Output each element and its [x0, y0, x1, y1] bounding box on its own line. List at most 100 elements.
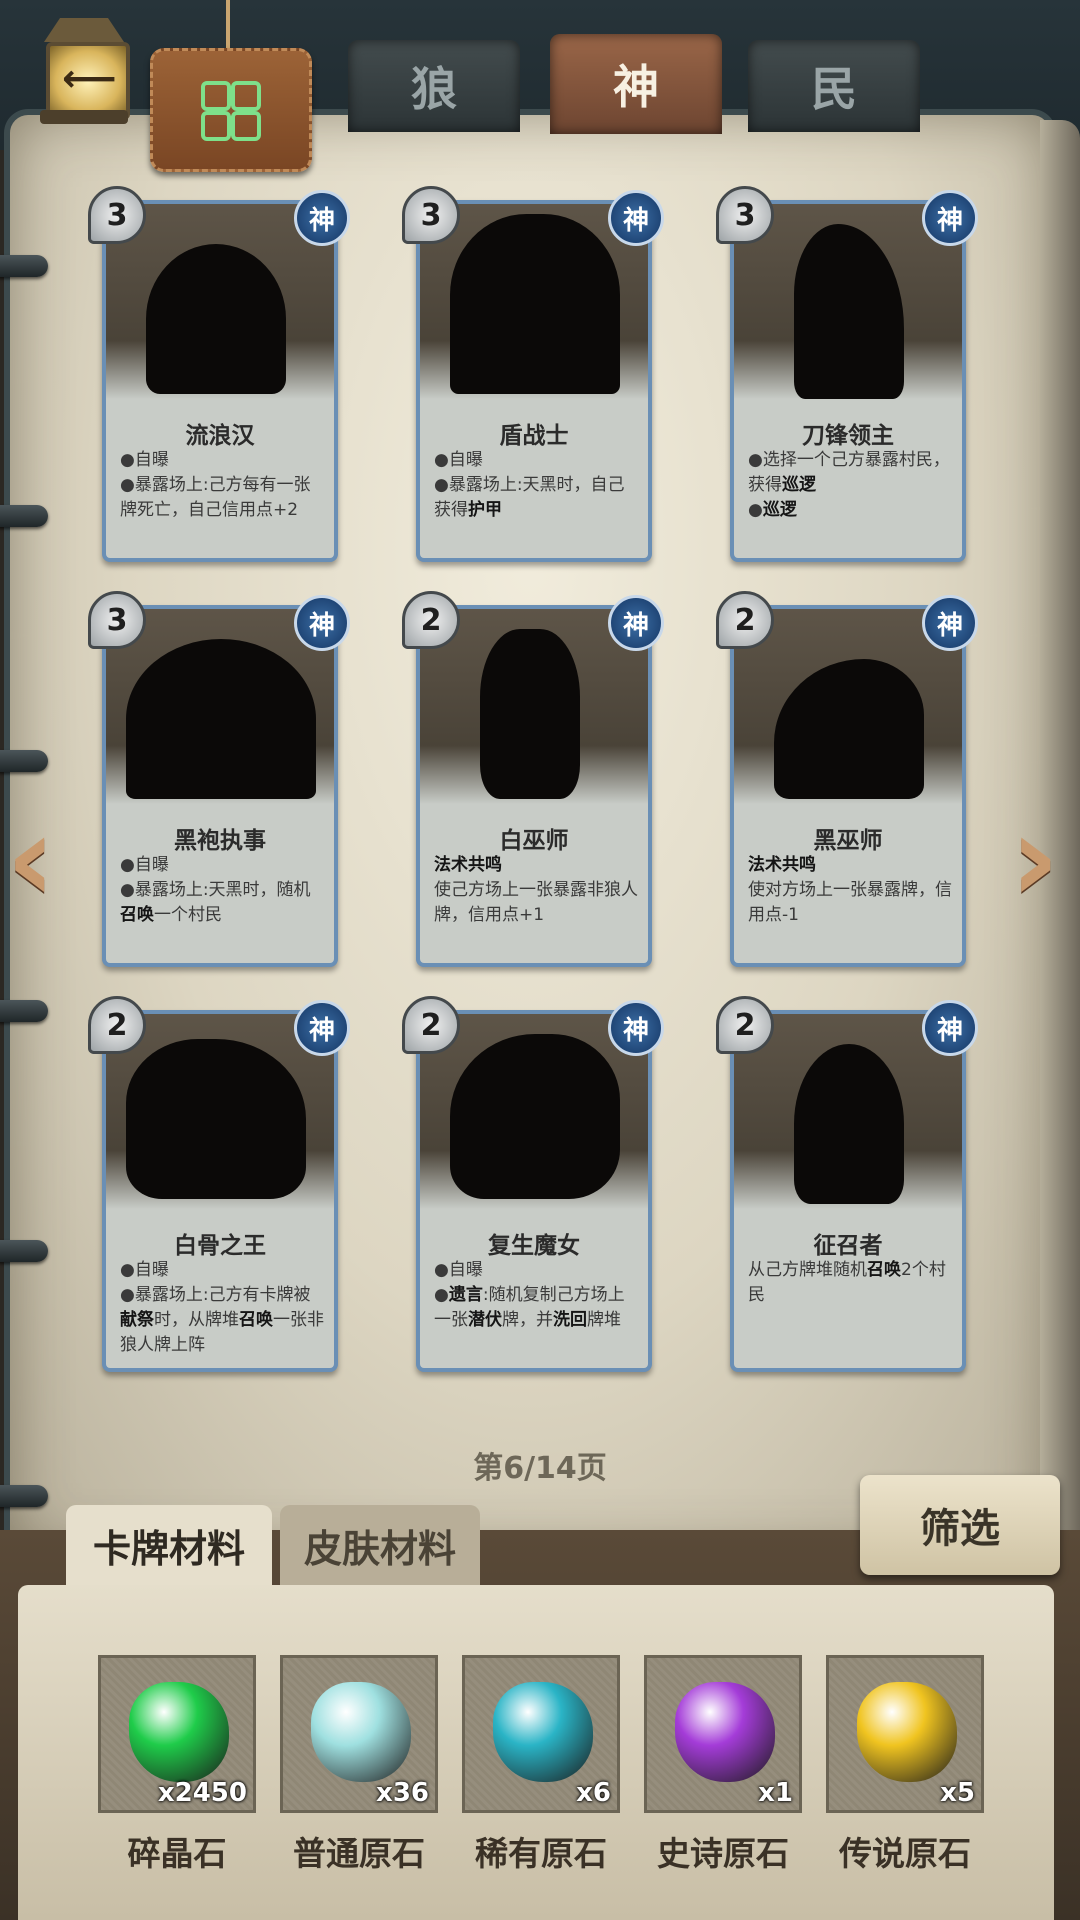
- material-count: x5: [940, 1778, 975, 1808]
- keyword: 献祭: [120, 1310, 154, 1330]
- material-slot: x36: [280, 1655, 438, 1813]
- role-card[interactable]: 复生魔女 ●自曝 ●遗言:随机复制己方场上一张潜伏牌，并洗回牌堆 2 神: [402, 996, 664, 1372]
- gem-icon: [857, 1682, 957, 1782]
- description-text: 从己方牌堆随机: [748, 1260, 867, 1280]
- character-silhouette: [774, 659, 924, 799]
- description-text: 时，从牌堆: [154, 1310, 239, 1330]
- keyword: 召唤: [120, 905, 154, 925]
- gem-icon: [493, 1682, 593, 1782]
- role-card[interactable]: 白巫师 法术共鸣 使己方场上一张暴露非狼人牌，信用点+1 2 神: [402, 591, 664, 967]
- card-name: 白巫师: [499, 828, 569, 854]
- character-silhouette: [794, 1044, 904, 1204]
- description-text: 牌，并: [502, 1310, 553, 1330]
- keyword: 潜伏: [468, 1310, 502, 1330]
- cost-shield-icon: 3: [88, 591, 146, 649]
- description-text: ●: [434, 1285, 449, 1305]
- description-text: ●自曝: [434, 1260, 483, 1280]
- keyword: 召唤: [867, 1260, 901, 1280]
- tab-wolf[interactable]: 狼: [348, 40, 520, 132]
- keyword: 法术共鸣: [748, 855, 816, 875]
- faction-badge: 神: [922, 190, 978, 246]
- description-text: ●自曝: [120, 1260, 169, 1280]
- next-page-button[interactable]: ›: [1010, 800, 1070, 920]
- grid-menu-icon: [201, 81, 261, 141]
- role-card[interactable]: 黑巫师 法术共鸣 使对方场上一张暴露牌，信用点-1 2 神: [716, 591, 978, 967]
- back-button[interactable]: ⟵: [32, 18, 136, 128]
- lantern-base: [40, 110, 128, 124]
- tab-card-materials[interactable]: 卡牌材料: [66, 1505, 272, 1585]
- character-silhouette: [794, 224, 904, 399]
- material-slot: x1: [644, 1655, 802, 1813]
- material-item[interactable]: x36 普通原石: [280, 1655, 438, 1875]
- faction-badge: 神: [294, 1000, 350, 1056]
- keyword: 洗回: [553, 1310, 587, 1330]
- cost-shield-icon: 2: [88, 996, 146, 1054]
- card-name: 征召者: [813, 1233, 883, 1259]
- description-text: ●暴露场上:天黑时，随机: [120, 880, 311, 900]
- card-description: ●选择一个己方暴露村民，获得巡逻 ●巡逻: [748, 448, 952, 523]
- lantern-cap: [44, 18, 124, 42]
- character-silhouette: [126, 639, 316, 799]
- material-count: x1: [758, 1778, 793, 1808]
- material-count: x36: [376, 1778, 429, 1808]
- material-name: 普通原石: [293, 1834, 425, 1873]
- cost-shield-icon: 2: [716, 591, 774, 649]
- role-card[interactable]: 刀锋领主 ●选择一个己方暴露村民，获得巡逻 ●巡逻 3 神: [716, 186, 978, 562]
- description-text: ●自曝: [120, 450, 169, 470]
- faction-badge: 神: [922, 595, 978, 651]
- description-text: ●自曝: [434, 450, 483, 470]
- card-name: 流浪汉: [185, 423, 255, 449]
- keyword: 护甲: [468, 500, 502, 520]
- material-item[interactable]: x2450 碎晶石: [98, 1655, 256, 1875]
- card-description: 法术共鸣 使对方场上一张暴露牌，信用点-1: [748, 853, 952, 928]
- character-silhouette: [480, 629, 580, 799]
- filter-button[interactable]: 筛选: [860, 1475, 1060, 1575]
- cost-shield-icon: 2: [402, 996, 460, 1054]
- faction-badge: 神: [922, 1000, 978, 1056]
- card-name: 白骨之王: [174, 1233, 266, 1259]
- keyword: 巡逻: [782, 475, 816, 495]
- role-card[interactable]: 白骨之王 ●自曝 ●暴露场上:己方有卡牌被献祭时，从牌堆召唤一张非狼人牌上阵 2 神: [88, 996, 350, 1372]
- faction-badge: 神: [608, 190, 664, 246]
- faction-badge: 神: [608, 1000, 664, 1056]
- prev-page-button[interactable]: ‹: [6, 800, 66, 920]
- binder-ring: [0, 1240, 48, 1262]
- description-text: 牌堆: [587, 1310, 621, 1330]
- binder-ring: [0, 1000, 48, 1022]
- role-card[interactable]: 征召者 从己方牌堆随机召唤2个村民 2 神: [716, 996, 978, 1372]
- role-card[interactable]: 黑袍执事 ●自曝 ●暴露场上:天黑时，随机召唤一个村民 3 神: [88, 591, 350, 967]
- cost-shield-icon: 3: [716, 186, 774, 244]
- card-name: 刀锋领主: [802, 423, 894, 449]
- card-name: 复生魔女: [488, 1233, 580, 1259]
- description-text: ●自曝: [120, 855, 169, 875]
- material-slot: x6: [462, 1655, 620, 1813]
- card-frame: 黑巫师 法术共鸣 使对方场上一张暴露牌，信用点-1: [730, 605, 966, 967]
- card-frame: 征召者 从己方牌堆随机召唤2个村民: [730, 1010, 966, 1372]
- card-frame: 白巫师 法术共鸣 使己方场上一张暴露非狼人牌，信用点+1: [416, 605, 652, 967]
- card-description: ●自曝 ●暴露场上:天黑时，自己获得护甲: [434, 448, 638, 523]
- material-name: 传说原石: [839, 1834, 971, 1873]
- card-description: 法术共鸣 使己方场上一张暴露非狼人牌，信用点+1: [434, 853, 638, 928]
- material-item[interactable]: x5 传说原石: [826, 1655, 984, 1875]
- card-description: ●自曝 ●暴露场上:己方每有一张牌死亡，自己信用点+2: [120, 448, 324, 523]
- material-item[interactable]: x6 稀有原石: [462, 1655, 620, 1875]
- material-item[interactable]: x1 史诗原石: [644, 1655, 802, 1875]
- tab-god[interactable]: 神: [550, 34, 722, 134]
- keyword: 遗言: [448, 1285, 483, 1305]
- back-arrow-icon: ⟵: [62, 56, 117, 100]
- material-name: 史诗原石: [657, 1834, 789, 1873]
- card-frame: 黑袍执事 ●自曝 ●暴露场上:天黑时，随机召唤一个村民: [102, 605, 338, 967]
- menu-button[interactable]: [150, 48, 312, 172]
- binder-ring: [0, 255, 48, 277]
- role-card[interactable]: 流浪汉 ●自曝 ●暴露场上:己方每有一张牌死亡，自己信用点+2 3 神: [88, 186, 350, 562]
- faction-badge: 神: [294, 190, 350, 246]
- description-text: ●选择一个己方暴露村民，获得: [748, 450, 950, 495]
- tab-skin-materials[interactable]: 皮肤材料: [280, 1505, 480, 1585]
- role-card[interactable]: 盾战士 ●自曝 ●暴露场上:天黑时，自己获得护甲 3 神: [402, 186, 664, 562]
- cost-shield-icon: 3: [88, 186, 146, 244]
- material-name: 碎晶石: [127, 1834, 227, 1873]
- card-name: 黑袍执事: [174, 828, 266, 854]
- description-text: ●暴露场上:己方每有一张牌死亡，自己信用点+2: [120, 475, 311, 520]
- card-frame: 盾战士 ●自曝 ●暴露场上:天黑时，自己获得护甲: [416, 200, 652, 562]
- tab-villager[interactable]: 民: [748, 40, 920, 132]
